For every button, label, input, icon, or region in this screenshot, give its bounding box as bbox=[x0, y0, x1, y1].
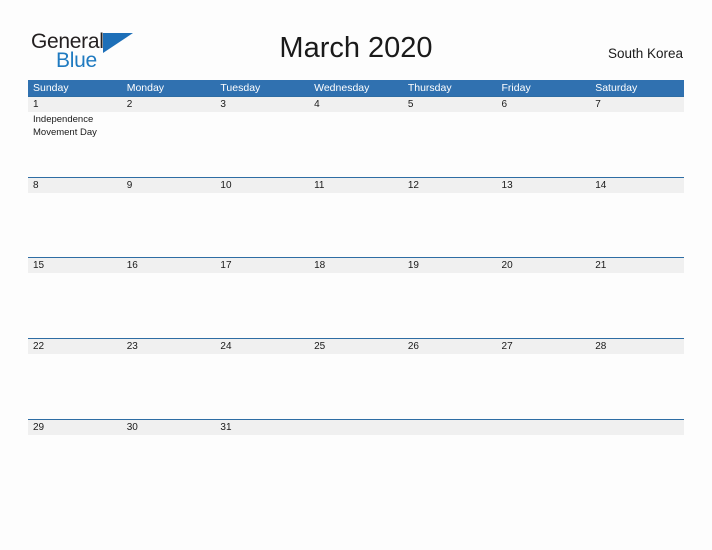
day-cell-number[interactable]: 15 bbox=[28, 258, 122, 273]
week-daynumber-band: 8 9 10 11 12 13 14 bbox=[28, 177, 684, 193]
day-cell-event bbox=[28, 354, 122, 419]
day-cell-number[interactable]: 12 bbox=[403, 178, 497, 193]
day-cell-number[interactable] bbox=[590, 420, 684, 435]
day-cell-number[interactable]: 19 bbox=[403, 258, 497, 273]
day-cell-event bbox=[309, 273, 403, 338]
day-cell-number[interactable]: 11 bbox=[309, 178, 403, 193]
calendar-grid: Sunday Monday Tuesday Wednesday Thursday… bbox=[28, 80, 684, 499]
day-cell-number[interactable]: 10 bbox=[215, 178, 309, 193]
week-row: 15 16 17 18 19 20 21 bbox=[28, 257, 684, 338]
week-row: 8 9 10 11 12 13 14 bbox=[28, 176, 684, 258]
week-row: 1 2 3 4 5 6 7 Independence Movement Day bbox=[28, 96, 684, 177]
day-cell-number[interactable]: 30 bbox=[122, 420, 216, 435]
day-cell-event bbox=[497, 112, 591, 177]
day-cell-event bbox=[215, 193, 309, 258]
day-cell-event bbox=[403, 435, 497, 500]
week-events-band bbox=[28, 354, 684, 419]
day-cell-number[interactable]: 2 bbox=[122, 97, 216, 112]
dow-saturday: Saturday bbox=[595, 82, 638, 94]
week-events-band bbox=[28, 273, 684, 338]
day-cell-event bbox=[590, 354, 684, 419]
day-cell-number[interactable]: 9 bbox=[122, 178, 216, 193]
day-cell-event bbox=[403, 354, 497, 419]
dow-tuesday: Tuesday bbox=[220, 82, 261, 94]
day-cell-event bbox=[590, 435, 684, 500]
day-cell-number[interactable]: 5 bbox=[403, 97, 497, 112]
country-label: South Korea bbox=[607, 46, 683, 61]
day-cell-event bbox=[122, 112, 216, 177]
day-cell-number[interactable]: 14 bbox=[590, 178, 684, 193]
week-daynumber-band: 29 30 31 bbox=[28, 419, 684, 435]
day-cell-event bbox=[215, 354, 309, 419]
day-cell-number[interactable]: 7 bbox=[590, 97, 684, 112]
day-cell-number[interactable]: 20 bbox=[497, 258, 591, 273]
week-events-band bbox=[28, 193, 684, 258]
day-cell-number[interactable]: 3 bbox=[215, 97, 309, 112]
day-cell-event bbox=[497, 193, 591, 258]
week-row: 29 30 31 bbox=[28, 418, 684, 500]
day-cell-event bbox=[497, 354, 591, 419]
day-cell-number[interactable]: 4 bbox=[309, 97, 403, 112]
day-cell-number[interactable]: 29 bbox=[28, 420, 122, 435]
week-daynumber-band: 15 16 17 18 19 20 21 bbox=[28, 258, 684, 274]
day-cell-event bbox=[215, 435, 309, 500]
day-cell-event bbox=[28, 273, 122, 338]
day-cell-number[interactable]: 21 bbox=[590, 258, 684, 273]
dow-sunday: Sunday bbox=[33, 82, 69, 94]
day-cell-number[interactable]: 1 bbox=[28, 97, 122, 112]
day-cell-event bbox=[590, 273, 684, 338]
day-cell-event bbox=[122, 435, 216, 500]
day-cell-number[interactable]: 8 bbox=[28, 178, 122, 193]
day-cell-event bbox=[403, 193, 497, 258]
day-cell-number[interactable]: 18 bbox=[309, 258, 403, 273]
day-cell-number[interactable]: 16 bbox=[122, 258, 216, 273]
day-cell-event bbox=[215, 273, 309, 338]
dow-monday: Monday bbox=[126, 82, 165, 94]
day-cell-event bbox=[215, 112, 309, 177]
dow-friday: Friday bbox=[501, 82, 531, 94]
week-daynumber-band: 22 23 24 25 26 27 28 bbox=[28, 339, 684, 355]
day-cell-event bbox=[309, 193, 403, 258]
day-cell-event bbox=[590, 112, 684, 177]
day-cell-number[interactable]: 13 bbox=[497, 178, 591, 193]
day-cell-number[interactable]: 28 bbox=[590, 339, 684, 354]
day-cell-event bbox=[122, 273, 216, 338]
day-cell-event bbox=[309, 435, 403, 500]
day-cell-event bbox=[122, 354, 216, 419]
day-cell-number[interactable]: 26 bbox=[403, 339, 497, 354]
day-cell-event bbox=[122, 193, 216, 258]
week-events-band: Independence Movement Day bbox=[28, 112, 684, 177]
page-header: General Blue March 2020 South Korea bbox=[0, 0, 712, 80]
week-row: 22 23 24 25 26 27 28 bbox=[28, 338, 684, 419]
dow-wednesday: Wednesday bbox=[314, 82, 370, 94]
day-cell-event bbox=[28, 193, 122, 258]
day-cell-event: Independence Movement Day bbox=[33, 114, 97, 138]
day-cell-number[interactable]: 6 bbox=[497, 97, 591, 112]
week-events-band bbox=[28, 435, 684, 500]
day-cell-number[interactable]: 24 bbox=[215, 339, 309, 354]
day-cell-number[interactable]: 25 bbox=[309, 339, 403, 354]
day-cell-number[interactable]: 23 bbox=[122, 339, 216, 354]
day-cell-number[interactable]: 27 bbox=[497, 339, 591, 354]
day-cell-event bbox=[403, 273, 497, 338]
day-cell-number[interactable]: 31 bbox=[215, 420, 309, 435]
day-cell-number[interactable]: 22 bbox=[28, 339, 122, 354]
day-cell-event bbox=[403, 112, 497, 177]
day-cell-event bbox=[309, 112, 403, 177]
day-cell-number[interactable] bbox=[309, 420, 403, 435]
day-of-week-header: Sunday Monday Tuesday Wednesday Thursday… bbox=[28, 80, 684, 96]
day-cell-number[interactable] bbox=[497, 420, 591, 435]
day-cell-event bbox=[497, 273, 591, 338]
calendar-page: General Blue March 2020 South Korea Sund… bbox=[0, 0, 712, 550]
day-cell-number[interactable] bbox=[403, 420, 497, 435]
day-cell-number[interactable]: 17 bbox=[215, 258, 309, 273]
dow-thursday: Thursday bbox=[407, 82, 452, 94]
day-cell-event bbox=[497, 435, 591, 500]
page-title: March 2020 bbox=[279, 32, 433, 64]
week-daynumber-band: 1 2 3 4 5 6 7 bbox=[28, 97, 684, 112]
day-cell-event bbox=[28, 435, 122, 500]
day-cell-event bbox=[309, 354, 403, 419]
day-cell-event bbox=[590, 193, 684, 258]
